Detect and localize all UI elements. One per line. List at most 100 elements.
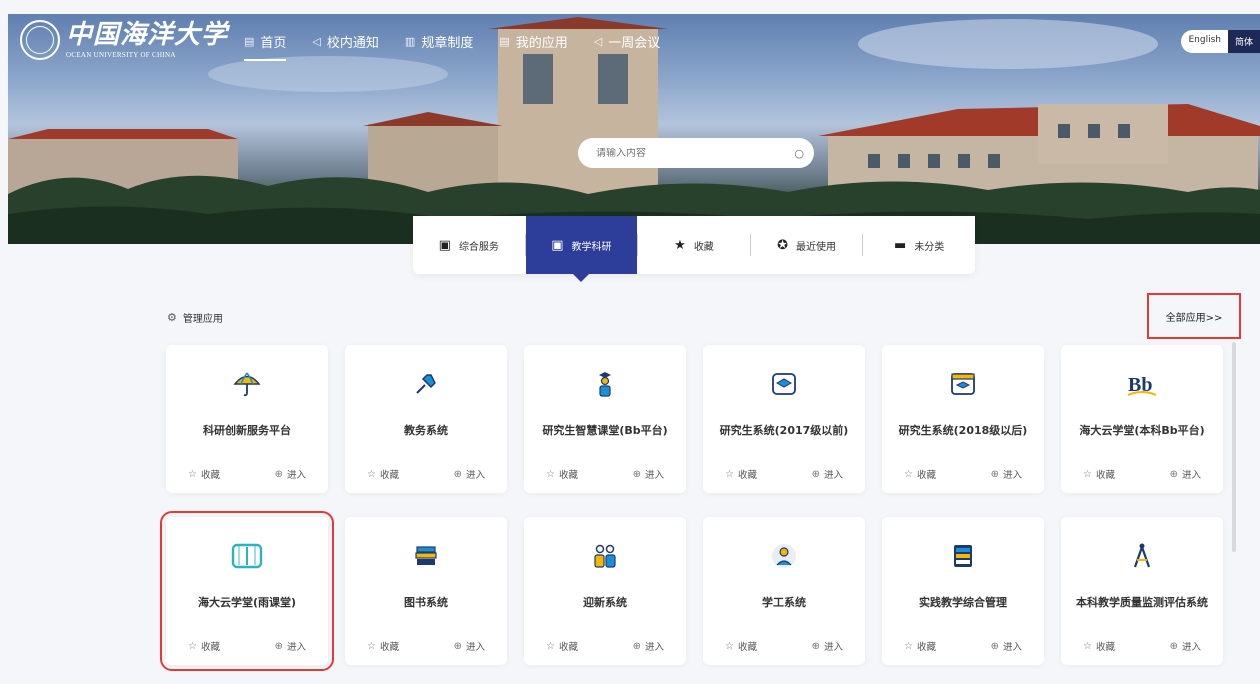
nav-my-apps[interactable]: ▤ 我的应用 [499, 32, 567, 61]
briefcase-icon: ▬ [894, 237, 907, 253]
favorite-button[interactable]: ☆ 收藏 [1083, 467, 1115, 482]
nav-label: 校内通知 [326, 36, 379, 51]
tab-general-services[interactable]: ▣ 综合服务 [413, 216, 525, 274]
search-box: ○ [578, 138, 814, 168]
search-icon[interactable]: ○ [794, 147, 804, 160]
image-icon: ▣ [551, 237, 564, 253]
banner: 中国海洋大学 OCEAN UNIVERSITY OF CHINA ▤ 首页 ◁ … [8, 14, 1260, 244]
enter-button[interactable]: ⊕ 进入 [274, 467, 306, 482]
app-card[interactable]: 研究生智慧课堂(Bb平台) ☆ 收藏 ⊕ 进入 [524, 345, 686, 493]
favorite-button[interactable]: ☆ 收藏 [725, 467, 757, 482]
app-name: 海大云学堂(本科Bb平台) [1079, 424, 1205, 437]
app-card[interactable]: 迎新系统 ☆ 收藏 ⊕ 进入 [524, 517, 686, 665]
star-outline-icon: ☆ [1083, 468, 1092, 480]
nav-rules[interactable]: ▥ 规章制度 [405, 32, 473, 61]
enter-button[interactable]: ⊕ 进入 [632, 467, 664, 482]
enter-button[interactable]: ⊕ 进入 [1169, 467, 1201, 482]
enter-icon: ⊕ [632, 640, 641, 652]
app-card[interactable]: 实践教学综合管理 ☆ 收藏 ⊕ 进入 [882, 517, 1044, 665]
star-outline-icon: ☆ [725, 640, 734, 652]
meeting-icon: ◁ [593, 35, 603, 48]
enter-icon: ⊕ [453, 468, 462, 480]
app-name: 迎新系统 [583, 596, 627, 609]
enter-button[interactable]: ⊕ 进入 [632, 639, 664, 654]
star-outline-icon: ☆ [367, 468, 376, 480]
search-input[interactable] [596, 147, 795, 159]
app-card[interactable]: 学工系统 ☆ 收藏 ⊕ 进入 [703, 517, 865, 665]
compass-icon: ✪ [777, 237, 789, 253]
lang-chinese-button[interactable]: 简体 [1227, 30, 1260, 53]
favorite-button[interactable]: ☆ 收藏 [1083, 639, 1115, 654]
favorite-button[interactable]: ☆ 收藏 [904, 639, 936, 654]
star-outline-icon: ☆ [188, 640, 197, 652]
tab-teaching-research[interactable]: ▣ 教学科研 [525, 216, 638, 282]
enter-icon: ⊕ [811, 468, 820, 480]
enter-button[interactable]: ⊕ 进入 [991, 639, 1022, 654]
favorite-button[interactable]: ☆ 收藏 [188, 639, 220, 654]
star-outline-icon: ☆ [546, 468, 555, 480]
tab-favorites[interactable]: ★ 收藏 [638, 216, 750, 274]
app-card[interactable]: 研究生系统(2017级以前) ☆ 收藏 ⊕ 进入 [703, 345, 865, 493]
gear-icon: ⚙ [167, 311, 177, 324]
scrollbar[interactable] [1232, 342, 1236, 552]
books-icon [409, 539, 443, 573]
app-card[interactable]: Bb 海大云学堂(本科Bb平台) ☆ 收藏 ⊕ 进入 [1061, 345, 1223, 493]
umbrella-icon [230, 367, 264, 401]
nav-label: 一周会议 [608, 36, 661, 51]
logo-subtitle: OCEAN UNIVERSITY OF CHINA [66, 51, 176, 59]
app-card[interactable]: 科研创新服务平台 ☆ 收藏 ⊕ 进入 [166, 345, 328, 493]
manage-apps-link[interactable]: ⚙ 管理应用 [167, 310, 223, 325]
app-name: 科研创新服务平台 [203, 424, 291, 437]
nav-label: 我的应用 [515, 36, 568, 51]
enter-button[interactable]: ⊕ 进入 [990, 467, 1022, 482]
nav-notices[interactable]: ◁ 校内通知 [312, 32, 378, 61]
star-icon: ★ [674, 237, 686, 253]
nav-label: 规章制度 [421, 36, 474, 51]
enter-button[interactable]: ⊕ 进入 [812, 639, 843, 654]
nav-home[interactable]: ▤ 首页 [244, 32, 287, 61]
app-name: 研究生系统(2018级以后) [898, 424, 1028, 437]
nav-label: 首页 [260, 36, 287, 51]
enter-icon: ⊕ [1169, 468, 1178, 480]
favorite-button[interactable]: ☆ 收藏 [367, 467, 399, 482]
favorite-button[interactable]: ☆ 收藏 [725, 639, 757, 654]
tab-label: 未分类 [914, 241, 945, 253]
enter-icon: ⊕ [274, 640, 283, 652]
favorite-button[interactable]: ☆ 收藏 [188, 467, 220, 482]
star-outline-icon: ☆ [546, 640, 555, 652]
image-icon: ▣ [438, 237, 451, 253]
star-outline-icon: ☆ [725, 468, 734, 480]
app-card[interactable]: 研究生系统(2018级以后) ☆ 收藏 ⊕ 进入 [882, 345, 1044, 493]
enter-icon: ⊕ [632, 468, 641, 480]
enter-icon: ⊕ [274, 468, 283, 480]
enter-button[interactable]: ⊕ 进入 [1170, 639, 1201, 654]
tab-uncategorized[interactable]: ▬ 未分类 [863, 216, 975, 274]
tab-label: 最近使用 [796, 241, 837, 253]
app-card[interactable]: 海大云学堂(雨课堂) ☆ 收藏 ⊕ 进入 [160, 511, 334, 671]
student-icon [767, 539, 801, 573]
top-nav: ▤ 首页 ◁ 校内通知 ▥ 规章制度 ▤ 我的应用 ◁ 一周会议 [244, 32, 660, 61]
star-outline-icon: ☆ [1083, 640, 1092, 652]
star-outline-icon: ☆ [904, 640, 913, 652]
app-card[interactable]: 教务系统 ☆ 收藏 ⊕ 进入 [345, 345, 507, 493]
enter-button[interactable]: ⊕ 进入 [453, 467, 485, 482]
graduate-icon [588, 367, 622, 401]
star-outline-icon: ☆ [904, 468, 913, 480]
favorite-button[interactable]: ☆ 收藏 [904, 467, 936, 482]
enter-button[interactable]: ⊕ 进入 [454, 639, 485, 654]
app-card[interactable]: 本科教学质量监测评估系统 ☆ 收藏 ⊕ 进入 [1061, 517, 1223, 665]
favorite-button[interactable]: ☆ 收藏 [367, 639, 399, 654]
enter-button[interactable]: ⊕ 进入 [811, 467, 843, 482]
all-apps-link[interactable]: 全部应用>> [1147, 293, 1241, 339]
favorite-button[interactable]: ☆ 收藏 [546, 639, 578, 654]
enter-button[interactable]: ⊕ 进入 [274, 639, 306, 654]
tab-recent[interactable]: ✪ 最近使用 [751, 216, 863, 274]
people-icon [588, 539, 622, 573]
app-card[interactable]: 图书系统 ☆ 收藏 ⊕ 进入 [345, 517, 507, 665]
enter-icon: ⊕ [990, 468, 999, 480]
nav-weekly-meetings[interactable]: ◁ 一周会议 [594, 32, 660, 61]
university-logo[interactable]: 中国海洋大学 OCEAN UNIVERSITY OF CHINA [20, 20, 228, 60]
favorite-button[interactable]: ☆ 收藏 [546, 467, 578, 482]
apps-icon: ▤ [499, 35, 510, 48]
lang-english-button[interactable]: English [1181, 30, 1228, 53]
